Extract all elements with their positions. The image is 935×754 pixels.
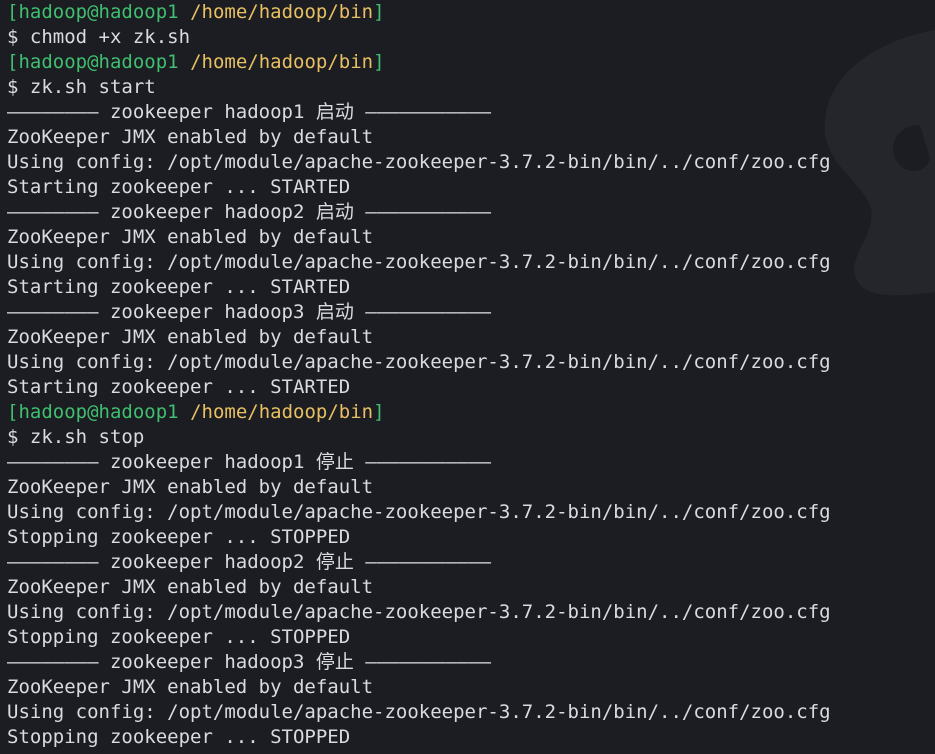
output-line: ZooKeeper JMX enabled by default xyxy=(7,226,374,248)
command-line: $ chmod +x zk.sh xyxy=(7,26,191,48)
prompt-bracket-close: ] xyxy=(373,401,385,423)
output-line: ZooKeeper JMX enabled by default xyxy=(7,326,374,348)
terminal-window[interactable]: [hadoop@hadoop1 /home/hadoop/bin] $ chmod… xyxy=(0,0,935,754)
separator-line: ———————— zookeeper hadoop3 启动 ——————————… xyxy=(7,301,492,323)
prompt-line: [hadoop@hadoop1 /home/hadoop/bin] xyxy=(7,0,831,25)
output-line: ZooKeeper JMX enabled by default xyxy=(7,476,374,498)
separator-line: ———————— zookeeper hadoop2 启动 ——————————… xyxy=(7,201,492,223)
prompt-cwd: /home/hadoop/bin xyxy=(190,1,374,23)
separator-line: ———————— zookeeper hadoop1 启动 ——————————… xyxy=(7,101,492,123)
output-line: Stopping zookeeper ... STOPPED xyxy=(7,526,351,548)
prompt-user-host: hadoop@hadoop1 xyxy=(18,51,179,73)
output-line: Using config: /opt/module/apache-zookeep… xyxy=(7,151,831,173)
prompt-cwd: /home/hadoop/bin xyxy=(190,51,374,73)
output-line: ZooKeeper JMX enabled by default xyxy=(7,676,374,698)
separator-line: ———————— zookeeper hadoop3 停止 ——————————… xyxy=(7,651,492,673)
output-line: Stopping zookeeper ... STOPPED xyxy=(7,626,351,648)
prompt-user-host: hadoop@hadoop1 xyxy=(18,401,179,423)
prompt-bracket-close: ] xyxy=(373,51,385,73)
separator-line: ———————— zookeeper hadoop2 停止 ——————————… xyxy=(7,551,492,573)
prompt-bracket-close: ] xyxy=(373,1,385,23)
prompt-line: [hadoop@hadoop1 /home/hadoop/bin] xyxy=(7,50,831,75)
prompt-bracket-open: [ xyxy=(7,1,19,23)
separator-line: ———————— zookeeper hadoop1 停止 ——————————… xyxy=(7,451,492,473)
output-line: Starting zookeeper ... STARTED xyxy=(7,376,351,398)
prompt-line: [hadoop@hadoop1 /home/hadoop/bin] xyxy=(7,400,831,425)
command-line: $ zk.sh start xyxy=(7,76,156,98)
output-line: Using config: /opt/module/apache-zookeep… xyxy=(7,251,831,273)
prompt-bracket-open: [ xyxy=(7,51,19,73)
output-line: Using config: /opt/module/apache-zookeep… xyxy=(7,601,831,623)
command-line: $ zk.sh stop xyxy=(7,426,145,448)
prompt-cwd: /home/hadoop/bin xyxy=(190,401,374,423)
terminal-output: [hadoop@hadoop1 /home/hadoop/bin] $ chmod… xyxy=(7,0,831,754)
prompt-line-partial: [hadoop@hadoop1 /home/hadoop/bin] xyxy=(7,750,831,754)
output-line: Starting zookeeper ... STARTED xyxy=(7,176,351,198)
output-line: Using config: /opt/module/apache-zookeep… xyxy=(7,701,831,723)
output-line: ZooKeeper JMX enabled by default xyxy=(7,576,374,598)
output-line: ZooKeeper JMX enabled by default xyxy=(7,126,374,148)
output-line: Stopping zookeeper ... STOPPED xyxy=(7,726,351,748)
prompt-user-host: hadoop@hadoop1 xyxy=(18,1,179,23)
output-line: Using config: /opt/module/apache-zookeep… xyxy=(7,351,831,373)
output-line: Using config: /opt/module/apache-zookeep… xyxy=(7,501,831,523)
prompt-bracket-open: [ xyxy=(7,401,19,423)
output-line: Starting zookeeper ... STARTED xyxy=(7,276,351,298)
